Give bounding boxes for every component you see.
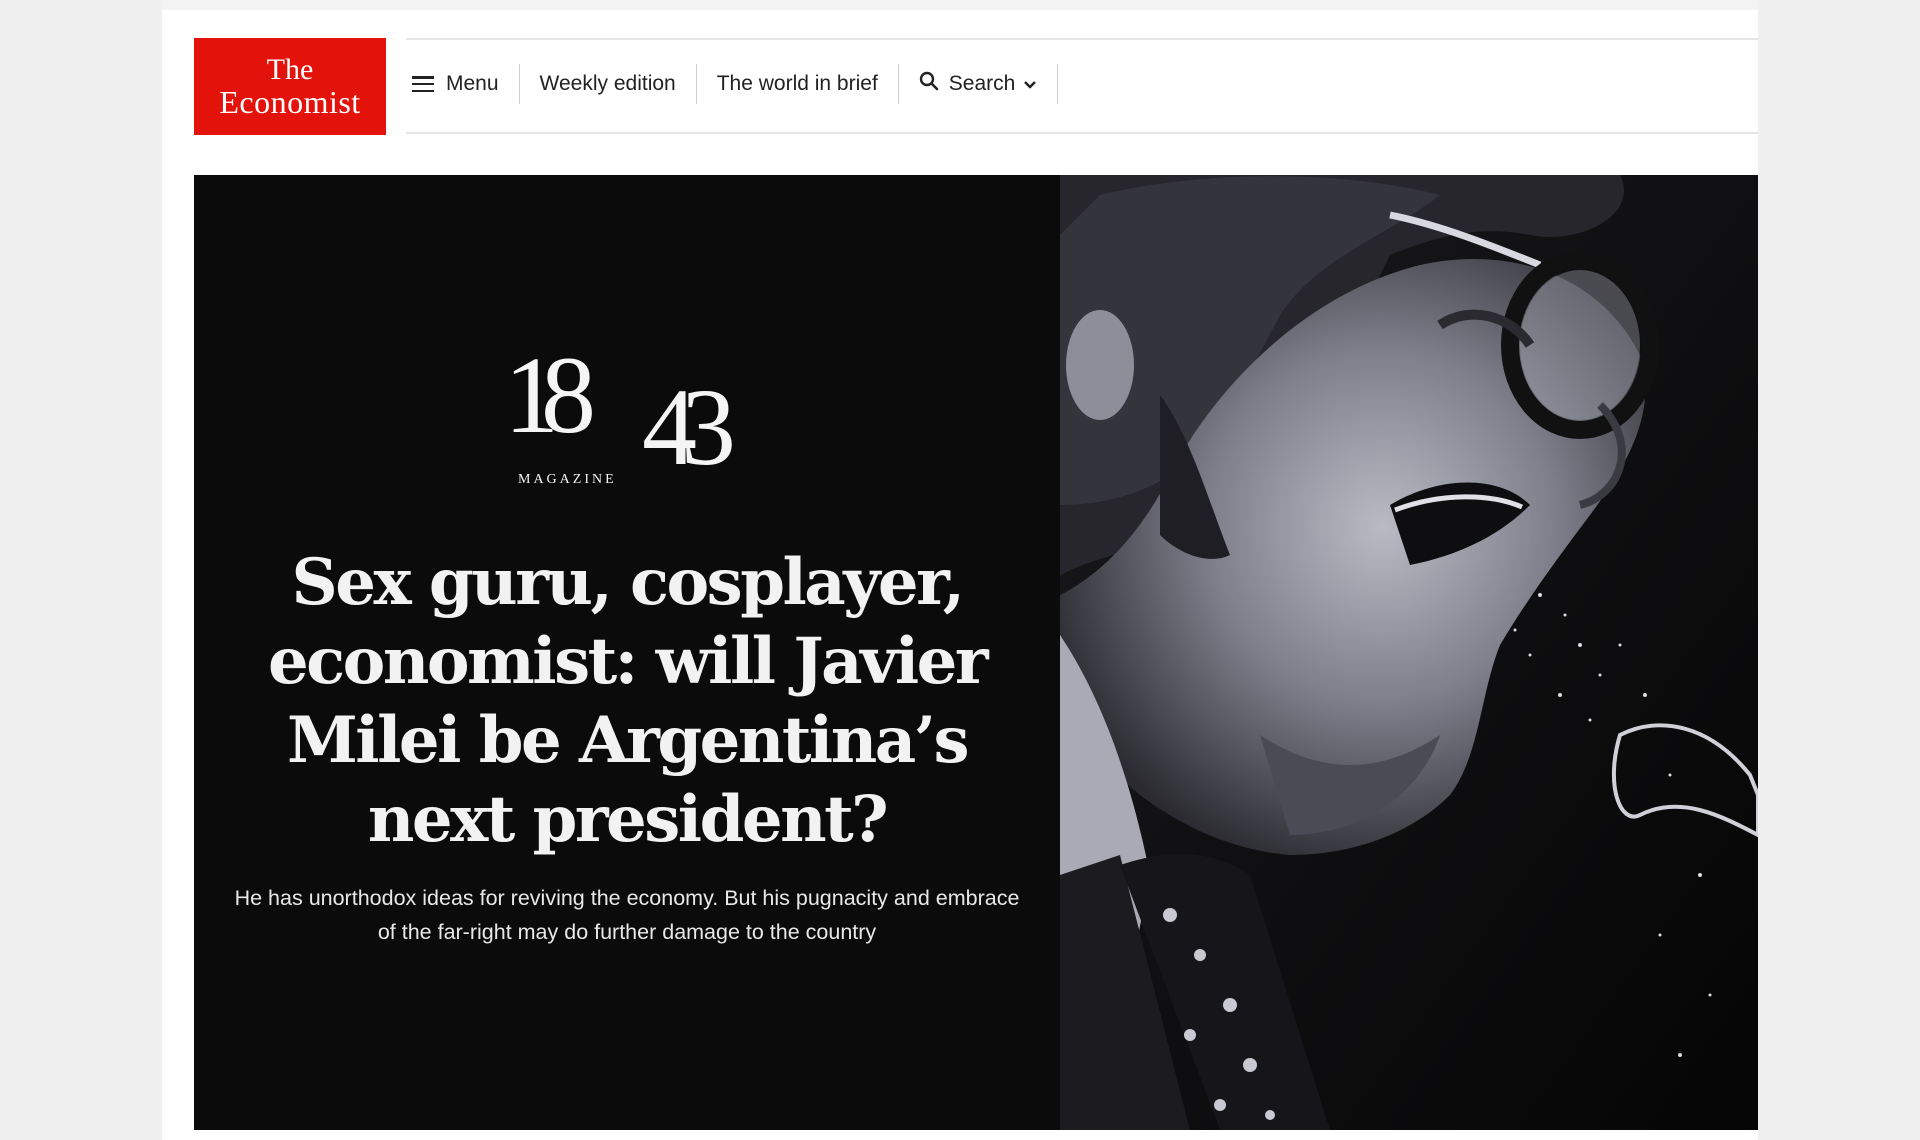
logo-1843-part2: 43 <box>642 366 736 488</box>
search-button[interactable]: Search <box>899 64 1059 104</box>
1843-magazine-logo[interactable]: 18 43 MAGAZINE <box>504 340 754 490</box>
logo-line-2: Economist <box>219 84 361 120</box>
menu-label: Menu <box>446 72 499 95</box>
world-in-brief-label: The world in brief <box>716 72 878 95</box>
article-headline[interactable]: Sex guru, cosplayer, economist: will Jav… <box>234 543 1020 859</box>
search-icon <box>919 71 939 97</box>
hamburger-icon <box>412 76 434 92</box>
chevron-down-icon <box>1023 72 1037 96</box>
main-navigation: Menu Weekly edition The world in brief S… <box>406 38 1758 134</box>
article-standfirst: He has unorthodox ideas for reviving the… <box>234 886 1020 944</box>
hero-text-panel: 18 43 MAGAZINE Sex guru, cosplayer, econ… <box>194 175 1060 1130</box>
hero-portrait-image[interactable] <box>1060 175 1758 1130</box>
hero-article[interactable]: 18 43 MAGAZINE Sex guru, cosplayer, econ… <box>194 175 1758 1130</box>
weekly-edition-label: Weekly edition <box>539 72 676 95</box>
weekly-edition-link[interactable]: Weekly edition <box>520 64 697 104</box>
top-strip <box>162 0 1758 10</box>
logo-line-1: The <box>266 53 314 86</box>
world-in-brief-link[interactable]: The world in brief <box>697 64 899 104</box>
logo-1843-part1: 18 <box>504 334 596 456</box>
economist-logo[interactable]: The Economist <box>194 38 386 135</box>
magazine-label: MAGAZINE <box>518 472 617 487</box>
search-label: Search <box>948 72 1016 95</box>
menu-button[interactable]: Menu <box>406 64 520 104</box>
page: The Economist Menu Weekly edition The wo… <box>162 0 1758 1140</box>
